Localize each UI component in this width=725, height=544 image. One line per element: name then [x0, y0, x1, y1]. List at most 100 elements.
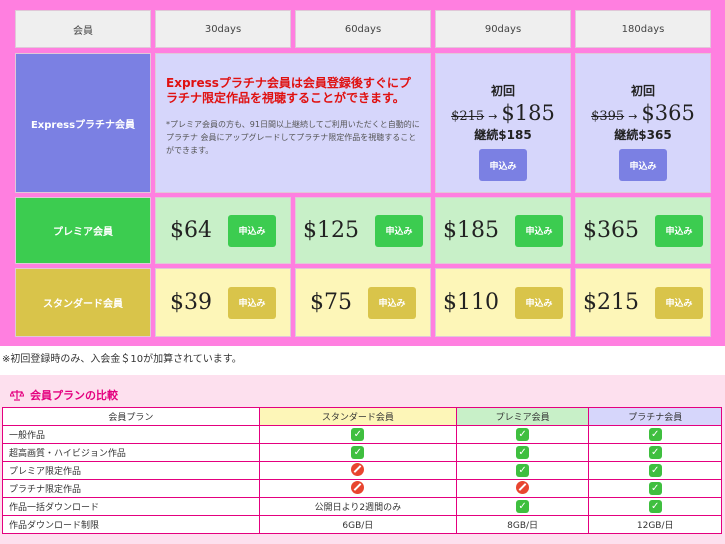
apply-button-premier-90[interactable]: 申込み — [515, 214, 563, 247]
unavailable-cell — [258, 461, 457, 480]
arrow-icon: → — [628, 110, 638, 123]
premier-90days-cell: $185 申込み — [435, 197, 571, 264]
express-180days-cell: 初回 $395 → $365 継続$365 申込み — [575, 53, 711, 193]
standard-member-label: スタンダード会員 — [15, 268, 151, 337]
check-icon: ✓ — [648, 500, 662, 513]
apply-button-standard-30[interactable]: 申込み — [228, 286, 276, 319]
continuation-price: 継続$185 — [474, 128, 532, 142]
comparison-table: 会員プラン スタンダード会員 プレミア会員 プラチナ会員 一般作品 ✓ ✓ ✓ 超高画質… — [2, 407, 722, 534]
premier-30days-cell: $64 申込み — [155, 197, 291, 264]
old-price: $395 — [591, 109, 625, 124]
check-icon: ✓ — [516, 464, 530, 477]
header-30days: 30days — [155, 10, 291, 48]
apply-button-express-90[interactable]: 申込み — [479, 149, 527, 181]
check-cell: ✓ — [588, 497, 722, 516]
header-90days: 90days — [435, 10, 571, 48]
check-icon: ✓ — [351, 428, 365, 441]
express-note: *プレミア会員の方も、91日間以上継続してご利用いただくと自動的にプラチナ 会員… — [166, 120, 420, 155]
value-cell: 6GB/日 — [258, 515, 457, 534]
check-cell: ✓ — [455, 497, 590, 516]
comparison-title: 会員プランの比較 — [10, 387, 118, 403]
price: $365 — [583, 218, 639, 243]
table-row: 超高画質・ハイビジョン作品 ✓ ✓ ✓ — [2, 443, 722, 462]
table-row: プラチナ限定作品 ✓ — [2, 479, 722, 498]
arrow-icon: → — [488, 110, 498, 123]
check-cell: ✓ — [258, 443, 457, 462]
table-row: 一般作品 ✓ ✓ ✓ — [2, 425, 722, 444]
express-headline: Expressプラチナ会員は会員登録後すぐにプラチナ限定作品を視聴することができ… — [166, 76, 411, 105]
standard-60days-cell: $75 申込み — [295, 268, 431, 337]
feature-name: プレミア限定作品 — [2, 461, 260, 480]
express-platinum-label: Expressプラチナ会員 — [15, 53, 151, 193]
col-platinum: プラチナ会員 — [588, 407, 722, 426]
check-icon: ✓ — [648, 428, 662, 441]
table-row: 作品ダウンロード制限 6GB/日 8GB/日 12GB/日 — [2, 515, 722, 534]
check-icon: ✓ — [516, 500, 530, 513]
header-180days: 180days — [575, 10, 711, 48]
price: $185 — [443, 218, 499, 243]
feature-name: 作品一括ダウンロード — [2, 497, 260, 516]
express-90days-cell: 初回 $215 → $185 継続$185 申込み — [435, 53, 571, 193]
continuation-price: 継続$365 — [614, 128, 672, 142]
header-member: 会員 — [15, 10, 151, 48]
col-plan: 会員プラン — [2, 407, 260, 426]
apply-button-premier-30[interactable]: 申込み — [228, 214, 276, 247]
check-cell: ✓ — [258, 425, 457, 444]
premier-60days-cell: $125 申込み — [295, 197, 431, 264]
check-icon: ✓ — [516, 428, 530, 441]
table-row: 作品一括ダウンロード 公開日より2週間のみ ✓ ✓ — [2, 497, 722, 516]
check-cell: ✓ — [588, 443, 722, 462]
feature-name: 作品ダウンロード制限 — [2, 515, 260, 534]
price: $39 — [170, 290, 212, 315]
price: $125 — [303, 218, 359, 243]
unavailable-cell — [455, 479, 590, 498]
footnote: ※初回登録時のみ、入会金＄10が加算されています。 — [2, 354, 242, 365]
check-icon: ✓ — [648, 446, 662, 459]
pricing-table: 会員 30days 60days 90days 180days Expressプ… — [0, 0, 725, 346]
first-time-label: 初回 — [630, 84, 655, 98]
apply-button-standard-90[interactable]: 申込み — [515, 286, 563, 319]
apply-button-premier-180[interactable]: 申込み — [655, 214, 703, 247]
new-price: $365 — [641, 101, 695, 125]
apply-button-express-180[interactable]: 申込み — [619, 149, 667, 181]
table-row: プレミア限定作品 ✓ ✓ — [2, 461, 722, 480]
check-icon: ✓ — [648, 482, 662, 495]
value-cell: 8GB/日 — [455, 515, 590, 534]
header-60days: 60days — [295, 10, 431, 48]
standard-180days-cell: $215 申込み — [575, 268, 711, 337]
price: $215 — [583, 290, 639, 315]
new-price: $185 — [501, 101, 555, 125]
standard-30days-cell: $39 申込み — [155, 268, 291, 337]
feature-name: 超高画質・ハイビジョン作品 — [2, 443, 260, 462]
apply-button-standard-60[interactable]: 申込み — [368, 286, 416, 319]
price: $75 — [310, 290, 352, 315]
first-time-label: 初回 — [490, 84, 515, 98]
check-cell: ✓ — [588, 461, 722, 480]
check-cell: ✓ — [588, 425, 722, 444]
comparison-title-text: 会員プランの比較 — [30, 389, 118, 402]
premier-180days-cell: $365 申込み — [575, 197, 711, 264]
check-cell: ✓ — [455, 461, 590, 480]
apply-button-standard-180[interactable]: 申込み — [655, 286, 703, 319]
price: $64 — [170, 218, 212, 243]
price: $110 — [443, 290, 499, 315]
prohibited-icon — [351, 462, 365, 476]
plan-comparison-section: 会員プランの比較 会員プラン スタンダード会員 プレミア会員 プラチナ会員 一般… — [0, 375, 725, 544]
check-icon: ✓ — [351, 446, 365, 459]
check-cell: ✓ — [588, 479, 722, 498]
standard-90days-cell: $110 申込み — [435, 268, 571, 337]
express-description: Expressプラチナ会員は会員登録後すぐにプラチナ限定作品を視聴することができ… — [155, 53, 431, 193]
prohibited-icon — [351, 480, 365, 494]
check-icon: ✓ — [516, 446, 530, 459]
check-cell: ✓ — [455, 425, 590, 444]
scale-icon — [10, 390, 24, 401]
col-premier: プレミア会員 — [455, 407, 590, 426]
old-price: $215 — [451, 109, 485, 124]
premier-member-label: プレミア会員 — [15, 197, 151, 264]
apply-button-premier-60[interactable]: 申込み — [375, 214, 423, 247]
value-cell: 公開日より2週間のみ — [258, 497, 457, 516]
check-icon: ✓ — [648, 464, 662, 477]
unavailable-cell — [258, 479, 457, 498]
value-cell: 12GB/日 — [588, 515, 722, 534]
check-cell: ✓ — [455, 443, 590, 462]
